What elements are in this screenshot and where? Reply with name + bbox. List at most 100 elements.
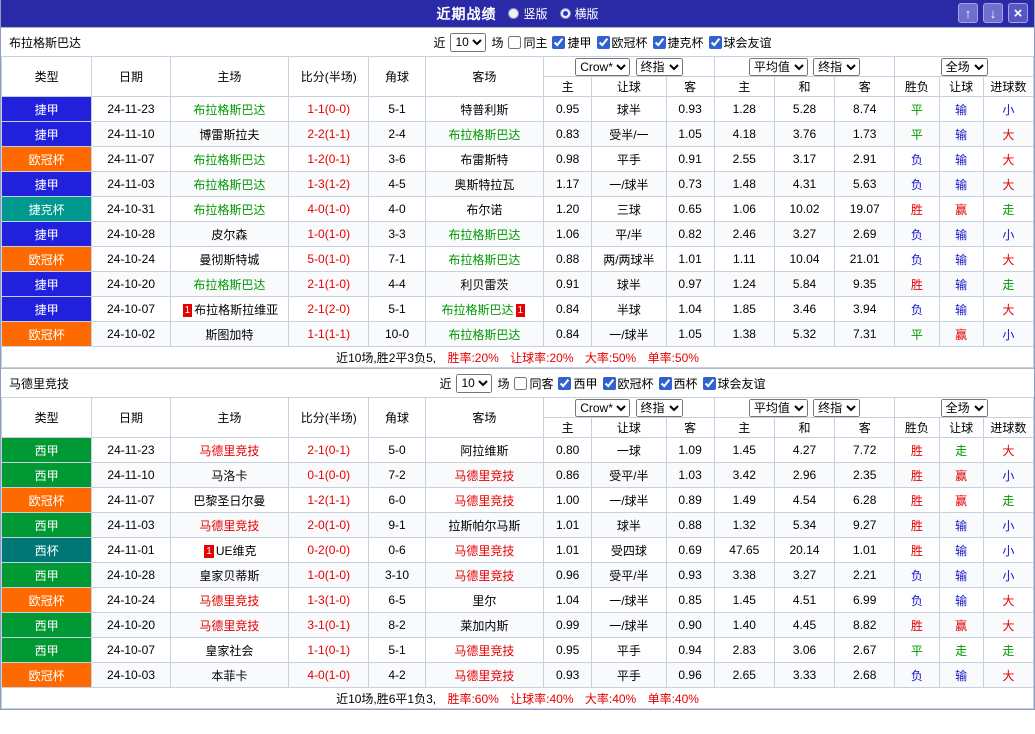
avg-source-select[interactable]: 平均值 <box>748 398 808 417</box>
league-checkbox[interactable] <box>708 35 722 49</box>
home-team[interactable]: 布拉格斯巴达 <box>169 196 290 222</box>
match-score[interactable]: 1-3(1-0) <box>288 587 370 613</box>
league-checkbox[interactable] <box>658 376 672 390</box>
home-team[interactable]: 马德里竞技 <box>169 612 290 638</box>
match-count-select[interactable]: 10 <box>456 373 493 393</box>
home-team[interactable]: 马德里竞技 <box>169 437 290 463</box>
league-checkbox[interactable] <box>596 35 610 49</box>
odds-source-select[interactable]: Crow* <box>575 57 631 76</box>
match-score[interactable]: 2-1(1-0) <box>288 271 370 297</box>
away-team-name[interactable]: 马德里竞技 <box>454 569 514 583</box>
league-filter-2[interactable]: 捷克杯 <box>652 34 704 51</box>
league-checkbox[interactable] <box>602 376 616 390</box>
away-team[interactable]: 马德里竞技 <box>424 462 545 488</box>
away-team[interactable]: 马德里竞技 <box>424 562 545 588</box>
away-team[interactable]: 布拉格斯巴达 <box>424 321 545 347</box>
home-team[interactable]: 马德里竞技 <box>169 587 290 613</box>
match-score[interactable]: 5-0(1-0) <box>288 246 370 272</box>
match-score[interactable]: 1-1(1-1) <box>288 321 370 347</box>
league-checkbox[interactable] <box>702 376 716 390</box>
home-team-name[interactable]: 马德里竞技 <box>199 594 259 608</box>
home-team[interactable]: 马德里竞技 <box>169 512 290 538</box>
match-score[interactable]: 1-2(1-1) <box>288 487 370 513</box>
away-team-name[interactable]: 布拉格斯巴达 <box>448 128 520 142</box>
scope-select[interactable]: 全场 <box>940 57 988 76</box>
away-team-name[interactable]: 马德里竞技 <box>454 494 514 508</box>
away-team[interactable]: 奥斯特拉瓦 <box>424 171 545 197</box>
close-button[interactable]: × <box>1008 3 1028 23</box>
away-team-name[interactable]: 特普利斯 <box>460 103 508 117</box>
match-score[interactable]: 1-3(1-2) <box>288 171 370 197</box>
match-count-select[interactable]: 10 <box>450 32 487 52</box>
home-team-name[interactable]: 皇家社会 <box>205 644 253 658</box>
odds-time-select[interactable]: 终指 <box>635 398 683 417</box>
scroll-up-button[interactable]: ↑ <box>958 3 978 23</box>
home-team-name[interactable]: 布拉格斯拉维亚 <box>194 303 278 317</box>
home-team-name[interactable]: 斯图加特 <box>205 328 253 342</box>
scroll-down-button[interactable]: ↓ <box>983 3 1003 23</box>
league-filter-0[interactable]: 捷甲 <box>552 34 592 51</box>
match-score[interactable]: 0-1(0-0) <box>288 462 370 488</box>
league-filter-2[interactable]: 西杯 <box>658 375 698 392</box>
away-team[interactable]: 阿拉维斯 <box>424 437 545 463</box>
away-team-name[interactable]: 莱加内斯 <box>460 619 508 633</box>
same-venue-filter[interactable]: 同主 <box>508 34 547 51</box>
away-team-name[interactable]: 布拉格斯巴达 <box>448 328 520 342</box>
away-team-name[interactable]: 里尔 <box>472 594 496 608</box>
home-team[interactable]: 1 布拉格斯拉维亚 <box>169 296 290 322</box>
home-team[interactable]: 皇家贝蒂斯 <box>169 562 290 588</box>
odds-time-select[interactable]: 终指 <box>635 57 683 76</box>
away-team[interactable]: 布尔诺 <box>424 196 545 222</box>
league-filter-1[interactable]: 欧冠杯 <box>596 34 648 51</box>
match-score[interactable]: 4-0(1-0) <box>288 662 370 688</box>
home-team-name[interactable]: 曼彻斯特城 <box>199 253 259 267</box>
home-team-name[interactable]: 布拉格斯巴达 <box>193 203 265 217</box>
away-team[interactable]: 布拉格斯巴达 <box>424 121 545 147</box>
home-team[interactable]: 布拉格斯巴达 <box>169 171 290 197</box>
match-score[interactable]: 3-1(0-1) <box>288 612 370 638</box>
same-venue-filter[interactable]: 同客 <box>514 375 553 392</box>
away-team-name[interactable]: 奥斯特拉瓦 <box>454 178 514 192</box>
home-team-name[interactable]: 布拉格斯巴达 <box>193 103 265 117</box>
home-team[interactable]: 本菲卡 <box>169 662 290 688</box>
match-score[interactable]: 2-2(1-1) <box>288 121 370 147</box>
away-team[interactable]: 布雷斯特 <box>424 146 545 172</box>
away-team-name[interactable]: 马德里竞技 <box>454 544 514 558</box>
avg-time-select[interactable]: 终指 <box>813 57 861 76</box>
home-team[interactable]: 布拉格斯巴达 <box>169 146 290 172</box>
home-team-name[interactable]: UE维克 <box>216 544 257 558</box>
home-team[interactable]: 布拉格斯巴达 <box>169 271 290 297</box>
league-checkbox[interactable] <box>652 35 666 49</box>
same-venue-checkbox[interactable] <box>508 35 522 49</box>
league-filter-3[interactable]: 球会友谊 <box>708 34 772 51</box>
away-team[interactable]: 马德里竞技 <box>424 637 545 663</box>
away-team[interactable]: 布拉格斯巴达 <box>424 246 545 272</box>
home-team-name[interactable]: 马德里竞技 <box>199 619 259 633</box>
match-score[interactable]: 0-2(0-0) <box>288 537 370 563</box>
away-team[interactable]: 马德里竞技 <box>424 487 545 513</box>
away-team-name[interactable]: 布拉格斯巴达 <box>442 303 514 317</box>
home-team-name[interactable]: 马德里竞技 <box>199 444 259 458</box>
layout-radio-horizontal[interactable]: 横版 <box>559 5 599 22</box>
odds-source-select[interactable]: Crow* <box>575 398 631 417</box>
layout-radio-vertical[interactable]: 竖版 <box>508 5 548 22</box>
home-team[interactable]: 1 UE维克 <box>169 537 290 563</box>
match-score[interactable]: 2-1(0-1) <box>288 437 370 463</box>
league-checkbox[interactable] <box>558 376 572 390</box>
match-score[interactable]: 4-0(1-0) <box>288 196 370 222</box>
home-team[interactable]: 斯图加特 <box>169 321 290 347</box>
league-filter-3[interactable]: 球会友谊 <box>702 375 766 392</box>
away-team[interactable]: 马德里竞技 <box>424 662 545 688</box>
away-team-name[interactable]: 阿拉维斯 <box>460 444 508 458</box>
match-score[interactable]: 1-1(0-0) <box>288 96 370 122</box>
away-team-name[interactable]: 马德里竞技 <box>454 669 514 683</box>
match-score[interactable]: 1-1(0-1) <box>288 637 370 663</box>
match-score[interactable]: 1-0(1-0) <box>288 562 370 588</box>
home-team[interactable]: 博雷斯拉夫 <box>169 121 290 147</box>
league-filter-1[interactable]: 欧冠杯 <box>602 375 654 392</box>
home-team-name[interactable]: 马洛卡 <box>211 469 247 483</box>
league-filter-0[interactable]: 西甲 <box>558 375 598 392</box>
home-team-name[interactable]: 皇家贝蒂斯 <box>199 569 259 583</box>
home-team-name[interactable]: 博雷斯拉夫 <box>199 128 259 142</box>
avg-source-select[interactable]: 平均值 <box>748 57 808 76</box>
